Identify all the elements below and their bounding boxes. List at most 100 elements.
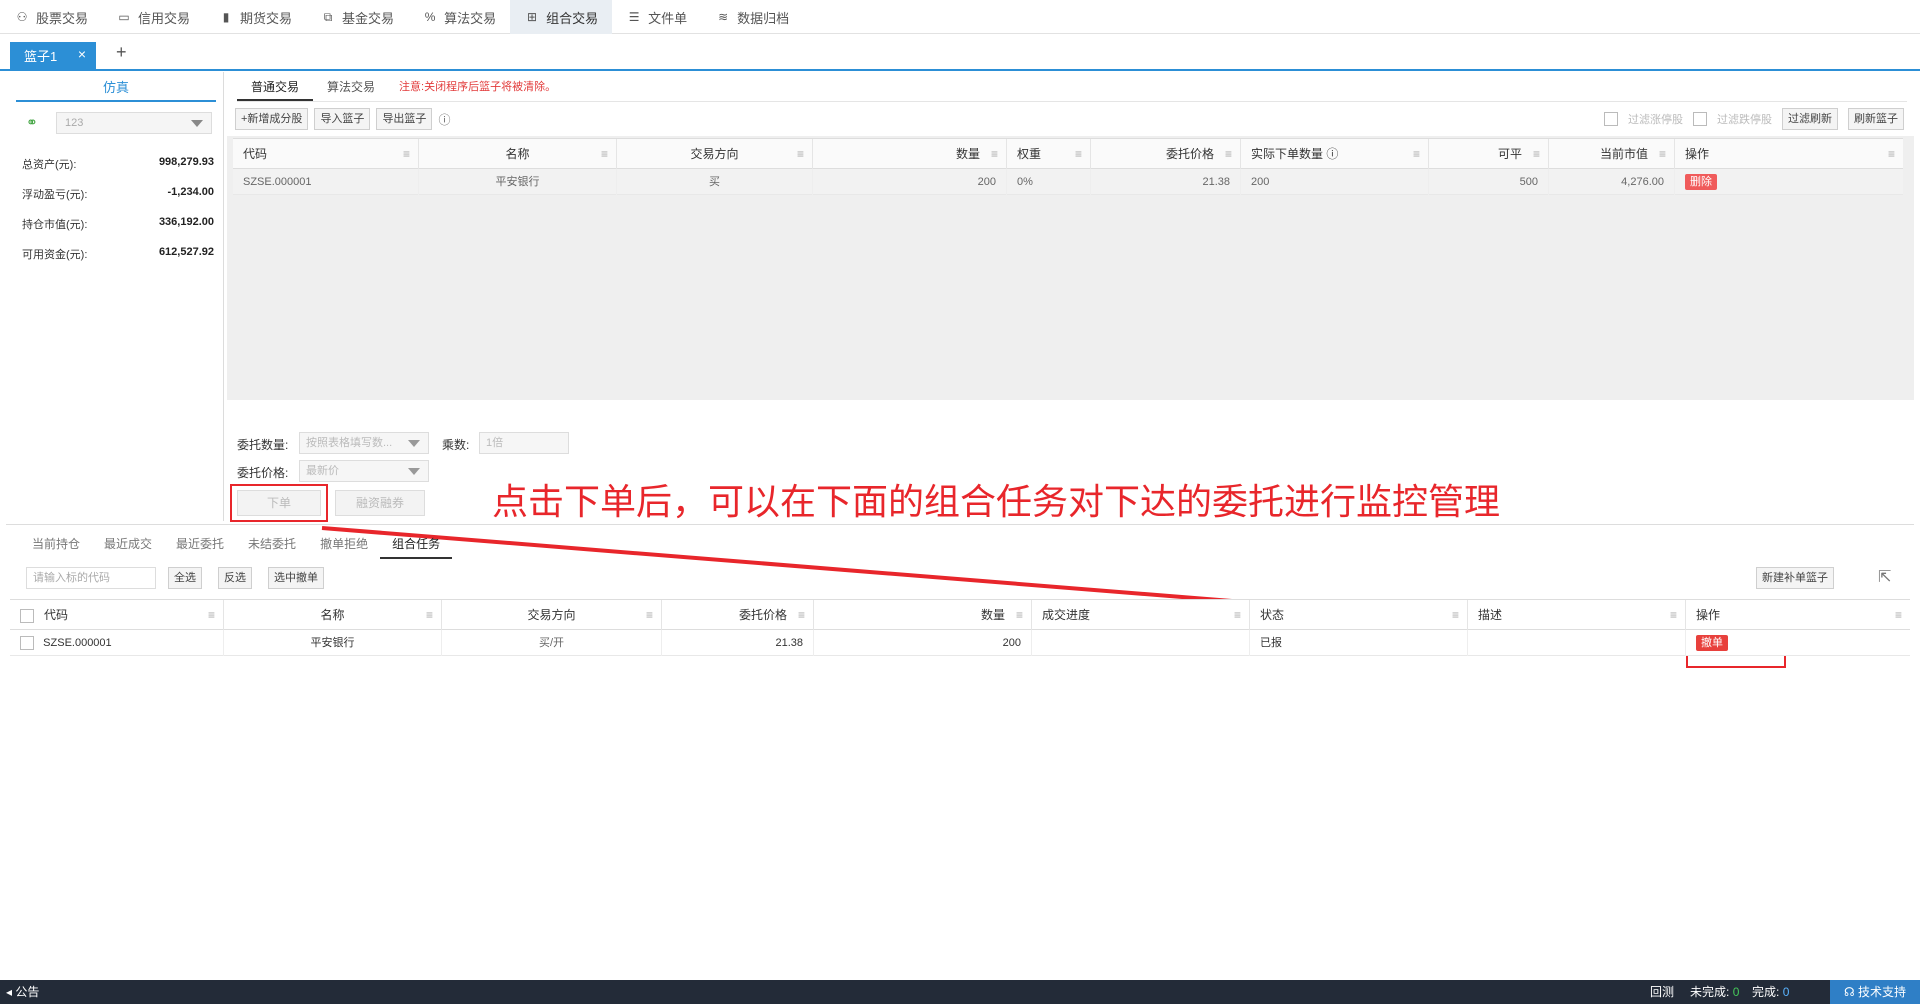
filter-refresh-button[interactable]: 过滤刷新 xyxy=(1782,108,1838,130)
col-name[interactable]: 名称 ≡ xyxy=(419,139,617,169)
basket-tab[interactable]: 篮子1 × xyxy=(10,42,96,69)
menu-icon[interactable]: ≡ xyxy=(1888,139,1895,169)
filter-limit-up-checkbox[interactable] xyxy=(1604,112,1618,126)
col-name[interactable]: 名称 ≡ xyxy=(224,600,442,630)
info-icon[interactable]: ⓘ xyxy=(438,111,450,128)
refresh-basket-button[interactable]: 刷新篮子 xyxy=(1848,108,1904,130)
info-icon: ⓘ xyxy=(1326,147,1339,161)
bar-chart-icon: ▮ xyxy=(222,10,230,24)
notice-text: 注意:关闭程序后篮子将被清除。 xyxy=(399,81,557,93)
col-progress[interactable]: 成交进度 ≡ xyxy=(1032,600,1250,630)
col-desc[interactable]: 描述 ≡ xyxy=(1468,600,1686,630)
menu-icon[interactable]: ≡ xyxy=(208,600,215,630)
nav-algo[interactable]: % 算法交易 xyxy=(408,0,510,34)
col-qty[interactable]: 数量 ≡ xyxy=(813,139,1007,169)
cell-name: 平安银行 xyxy=(224,630,442,656)
import-basket-button[interactable]: 导入篮子 xyxy=(314,108,371,130)
col-closable[interactable]: 可平 ≡ xyxy=(1429,139,1549,169)
menu-icon[interactable]: ≡ xyxy=(1895,600,1902,630)
account-select[interactable]: 123 xyxy=(56,112,212,134)
menu-icon[interactable]: ≡ xyxy=(1659,139,1666,169)
menu-icon[interactable]: ≡ xyxy=(601,139,608,169)
nav-stock[interactable]: ⚇ 股票交易 xyxy=(0,0,102,34)
qty-label: 委托数量: xyxy=(237,438,289,452)
tab-cancel-reject[interactable]: 撤单拒绝 xyxy=(308,529,380,559)
tab-basket-tasks[interactable]: 组合任务 xyxy=(380,529,453,559)
tab-positions[interactable]: 当前持仓 xyxy=(20,529,92,559)
col-weight[interactable]: 权重 ≡ xyxy=(1007,139,1091,169)
cancel-order-button[interactable]: 撤单 xyxy=(1696,635,1728,651)
cell-price: 21.38 xyxy=(662,630,814,656)
col-code[interactable]: 代码 ≡ xyxy=(233,139,419,169)
nav-credit[interactable]: ▭ 信用交易 xyxy=(102,0,204,34)
popout-icon[interactable]: ⇱ xyxy=(1878,567,1891,587)
nav-file-order[interactable]: ☰ 文件单 xyxy=(612,0,701,34)
margin-button[interactable]: 融资融券 xyxy=(335,490,425,516)
menu-icon[interactable]: ≡ xyxy=(1413,139,1420,169)
row-checkbox[interactable] xyxy=(20,636,34,651)
col-price[interactable]: 委托价格 ≡ xyxy=(662,600,814,630)
menu-icon[interactable]: ≡ xyxy=(1533,139,1540,169)
symbol-search-input[interactable]: 请输入标的代码 xyxy=(26,567,156,589)
tab-recent-trades[interactable]: 最近成交 xyxy=(92,529,164,559)
col-actual-qty[interactable]: 实际下单数量 ⓘ ≡ xyxy=(1241,139,1429,169)
tab-algo-trade[interactable]: 算法交易 xyxy=(313,74,389,101)
nav-futures[interactable]: ▮ 期货交易 xyxy=(204,0,306,34)
add-basket-button[interactable]: + xyxy=(116,42,127,63)
col-direction[interactable]: 交易方向 ≡ xyxy=(442,600,662,630)
close-icon[interactable]: × xyxy=(78,46,86,62)
menu-icon[interactable]: ≡ xyxy=(1225,139,1232,169)
chevron-down-icon xyxy=(408,440,420,447)
cancel-selected-button[interactable]: 选中撤单 xyxy=(268,567,324,589)
multiplier-input[interactable]: 1倍 xyxy=(479,432,569,454)
cell-actual-qty: 200 xyxy=(1241,169,1429,195)
tab-normal-trade[interactable]: 普通交易 xyxy=(237,74,314,101)
tab-open-orders[interactable]: 未结委托 xyxy=(236,529,308,559)
nav-fund[interactable]: ⧉ 基金交易 xyxy=(306,0,408,34)
account-mode-tab[interactable]: 仿真 xyxy=(16,76,216,102)
menu-icon[interactable]: ≡ xyxy=(1670,600,1677,630)
basket-grid-header: 代码 ≡ 名称 ≡ 交易方向 ≡ 数量 ≡ 权重 ≡ 委托价格 ≡ 实际下单数量 ⓘ ≡ 可平… xyxy=(233,139,1903,169)
col-code[interactable]: 代码 ≡ xyxy=(10,600,224,630)
announcement[interactable]: ◂ 公告 xyxy=(6,980,39,1004)
qty-select[interactable]: 按照表格填写数... xyxy=(299,432,429,454)
filter-limit-down-checkbox[interactable] xyxy=(1693,112,1707,126)
add-stock-button[interactable]: +新增成分股 xyxy=(235,108,309,130)
nav-basket[interactable]: ⊞ 组合交易 xyxy=(510,0,613,34)
col-action[interactable]: 操作 ≡ xyxy=(1686,600,1910,630)
complete-count: 完成: 0 xyxy=(1752,985,1790,999)
select-all-checkbox[interactable] xyxy=(20,608,34,623)
table-row[interactable]: SZSE.000001 平安银行 买 200 0% 21.38 200 500 … xyxy=(233,169,1903,195)
col-direction[interactable]: 交易方向 ≡ xyxy=(617,139,813,169)
link-icon[interactable]: ⚭ xyxy=(26,114,38,131)
menu-icon[interactable]: ≡ xyxy=(1234,600,1241,630)
nav-archive[interactable]: ≋ 数据归档 xyxy=(701,0,803,34)
backtest-label[interactable]: 回测 xyxy=(1650,980,1674,1004)
col-status[interactable]: 状态 ≡ xyxy=(1250,600,1468,630)
col-price[interactable]: 委托价格 ≡ xyxy=(1091,139,1241,169)
menu-icon[interactable]: ≡ xyxy=(797,139,804,169)
new-supplement-basket-button[interactable]: 新建补单篮子 xyxy=(1756,567,1834,589)
select-all-button[interactable]: 全选 xyxy=(168,567,202,589)
col-market-value[interactable]: 当前市值 ≡ xyxy=(1549,139,1675,169)
tech-support-button[interactable]: ☊ 技术支持 xyxy=(1830,980,1920,1004)
menu-icon[interactable]: ≡ xyxy=(646,600,653,630)
menu-icon[interactable]: ≡ xyxy=(1075,139,1082,169)
table-row[interactable]: SZSE.000001 平安银行 买/开 21.38 200 已报 撤单 xyxy=(10,630,1910,656)
menu-icon[interactable]: ≡ xyxy=(426,600,433,630)
menu-icon[interactable]: ≡ xyxy=(991,139,998,169)
menu-icon[interactable]: ≡ xyxy=(798,600,805,630)
menu-icon[interactable]: ≡ xyxy=(1452,600,1459,630)
tab-recent-orders[interactable]: 最近委托 xyxy=(164,529,236,559)
col-qty[interactable]: 数量 ≡ xyxy=(814,600,1032,630)
col-action[interactable]: 操作 ≡ xyxy=(1675,139,1903,169)
export-basket-button[interactable]: 导出篮子 xyxy=(376,108,433,130)
menu-icon[interactable]: ≡ xyxy=(403,139,410,169)
menu-icon[interactable]: ≡ xyxy=(1016,600,1023,630)
delete-button[interactable]: 删除 xyxy=(1685,174,1717,190)
price-select[interactable]: 最新价 xyxy=(299,460,429,482)
basket-tab-bar: 篮子1 × + xyxy=(0,36,1920,71)
stock-icon: ⚇ xyxy=(16,10,28,24)
annotation-text: 点击下单后，可以在下面的组合任务对下达的委托进行监控管理 xyxy=(492,481,1501,522)
invert-selection-button[interactable]: 反选 xyxy=(218,567,252,589)
